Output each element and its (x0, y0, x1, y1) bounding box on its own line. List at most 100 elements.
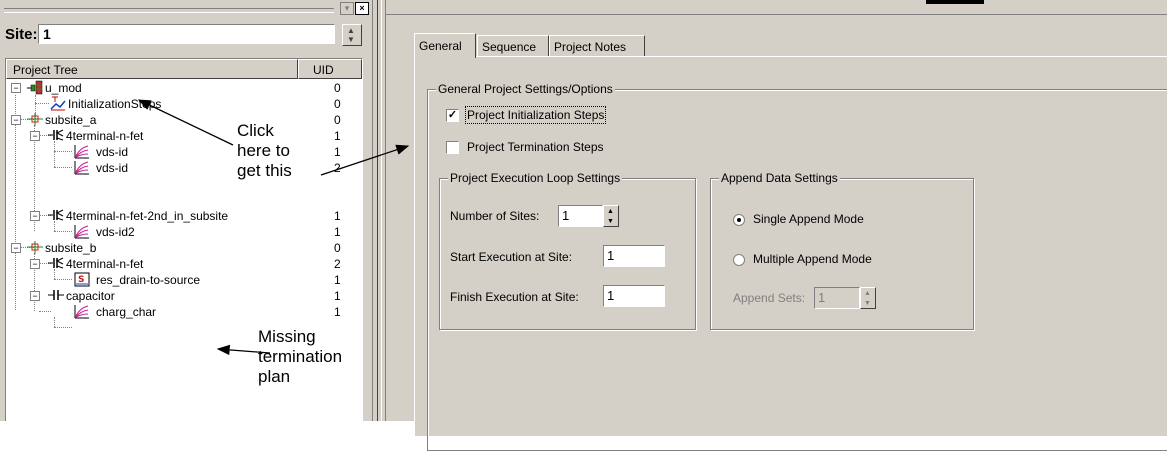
tree-row-res-drain-to-source[interactable]: S res_drain-to-source 1 (6, 272, 362, 288)
spin-down-icon[interactable]: ▼ (347, 36, 355, 44)
annotation-line: Click (237, 121, 274, 140)
init-steps-checkbox[interactable]: ✓ (446, 109, 459, 122)
tree-uid: 1 (334, 209, 341, 223)
restore-icon[interactable]: ▾ (340, 2, 354, 15)
tree-row-4terminal-n-fet-b[interactable]: − 4terminal-n-fet 2 (6, 256, 362, 272)
start-site-field[interactable]: 1 (603, 245, 665, 267)
group-title: General Project Settings/Options (436, 82, 615, 96)
chart-icon (74, 144, 90, 159)
tree-label: subsite_a (45, 113, 97, 127)
spin-up-icon[interactable]: ▲ (864, 290, 871, 297)
tree-row-subsite-b[interactable]: − subsite_b 0 (6, 240, 362, 256)
finish-site-label: Finish Execution at Site: (450, 290, 579, 304)
panel-grip[interactable] (4, 8, 334, 13)
term-steps-checkbox[interactable] (446, 141, 459, 154)
spin-up-icon[interactable]: ▲ (347, 27, 355, 35)
term-steps-label[interactable]: Project Termination Steps (467, 140, 604, 154)
capacitor-icon (48, 288, 64, 303)
uid-column-header[interactable]: UID (298, 59, 362, 79)
tree-label: subsite_b (45, 241, 97, 255)
tree-label: 4terminal-n-fet (66, 257, 144, 271)
finish-site-field[interactable]: 1 (603, 285, 665, 307)
site-label: Site: (5, 26, 38, 43)
append-sets-field[interactable]: 1 (814, 287, 860, 309)
group-title: Project Execution Loop Settings (448, 171, 623, 185)
tree-row-vds-id2[interactable]: vds-id2 1 (6, 224, 362, 240)
tree-row-initialization-steps[interactable]: InitializationSteps 0 (6, 96, 362, 112)
tree-row-charg-char[interactable]: charg_char 1 (6, 304, 362, 320)
tree-label: 4terminal-n-fet-2nd_in_subsite (66, 209, 229, 223)
spin-down-icon[interactable]: ▼ (607, 218, 614, 225)
tree-row-u-mod[interactable]: − u_mod 0 (6, 80, 362, 96)
site-spinner[interactable]: ▲ ▼ (342, 24, 362, 46)
tree-uid: 0 (334, 97, 341, 111)
tree-uid: 2 (334, 257, 341, 271)
right-panel: General Sequence Project Notes General P… (386, 0, 1167, 451)
tree-label: vds-id (96, 161, 129, 175)
fet-icon (48, 256, 64, 271)
loop-settings-group: Project Execution Loop Settings Number o… (439, 171, 696, 330)
tree-uid: 1 (334, 273, 341, 287)
resistor-icon: S (74, 272, 90, 287)
tree-uid: 1 (334, 305, 341, 319)
close-icon[interactable]: × (355, 2, 369, 15)
module-icon (27, 80, 43, 95)
collapse-icon[interactable]: − (11, 83, 21, 93)
tab-general[interactable]: General (414, 33, 476, 58)
start-site-label: Start Execution at Site: (450, 250, 573, 264)
single-append-radio[interactable] (733, 214, 745, 226)
tree-column-header[interactable]: Project Tree (6, 59, 298, 79)
tab-project-notes[interactable]: Project Notes (549, 35, 645, 56)
annotation-line: termination (258, 347, 343, 366)
fet-icon (48, 128, 64, 143)
num-sites-spinner[interactable]: ▲ ▼ (603, 205, 619, 227)
tree-label: vds-id2 (96, 225, 135, 239)
single-append-label[interactable]: Single Append Mode (753, 212, 864, 226)
collapse-icon[interactable]: − (11, 243, 21, 253)
general-settings-group: General Project Settings/Options ✓ Proje… (427, 82, 1167, 451)
tree-uid: 1 (334, 225, 341, 239)
collapse-icon[interactable]: − (30, 131, 40, 141)
init-steps-icon (50, 96, 66, 111)
tab-sequence[interactable]: Sequence (477, 35, 549, 56)
num-sites-label: Number of Sites: (450, 209, 540, 223)
tree-uid: 0 (334, 241, 341, 255)
annotation-line: plan (258, 367, 291, 386)
tree-uid: 2 (334, 161, 341, 175)
collapse-icon[interactable]: − (30, 291, 40, 301)
tree-row-4terminal-n-fet-2nd[interactable]: − 4terminal-n-fet-2nd_in_subsite 1 (6, 208, 362, 224)
tree-label: InitializationSteps (68, 97, 162, 111)
tree-label: capacitor (66, 289, 115, 303)
toolbar-indicator (926, 0, 984, 4)
site-field[interactable]: 1 (38, 24, 335, 44)
tree-uid: 1 (334, 289, 341, 303)
annotation-line: here to (237, 141, 290, 160)
num-sites-field[interactable]: 1 (558, 205, 603, 227)
tree-uid: 1 (334, 145, 341, 159)
collapse-icon[interactable]: − (30, 211, 40, 221)
annotation-line: Missing (258, 327, 316, 346)
tree-row-capacitor[interactable]: − capacitor 1 (6, 288, 362, 304)
right-panel-toolbar (386, 0, 1167, 15)
collapse-icon[interactable]: − (11, 115, 21, 125)
spin-down-icon[interactable]: ▼ (864, 300, 871, 307)
fet-icon (48, 208, 64, 223)
subsite-icon (27, 240, 43, 255)
tree-uid: 0 (334, 113, 341, 127)
multiple-append-radio[interactable] (733, 254, 745, 266)
tree-label: u_mod (45, 81, 82, 95)
tree-label: vds-id (96, 145, 129, 159)
init-steps-label[interactable]: Project Initialization Steps (464, 106, 607, 124)
group-title: Append Data Settings (719, 171, 840, 185)
chart-icon (74, 224, 90, 239)
append-sets-spinner[interactable]: ▲ ▼ (860, 287, 876, 309)
spin-up-icon[interactable]: ▲ (607, 208, 614, 215)
annotation-click-here: Click here to get this (237, 121, 327, 181)
tree-header: Project Tree UID (6, 59, 362, 79)
multiple-append-label[interactable]: Multiple Append Mode (753, 252, 872, 266)
collapse-icon[interactable]: − (30, 259, 40, 269)
panel-splitter[interactable] (372, 0, 386, 421)
tree-uid: 0 (334, 81, 341, 95)
left-panel-titlebar[interactable]: ▾ × (0, 0, 372, 18)
chart-icon (74, 304, 90, 319)
